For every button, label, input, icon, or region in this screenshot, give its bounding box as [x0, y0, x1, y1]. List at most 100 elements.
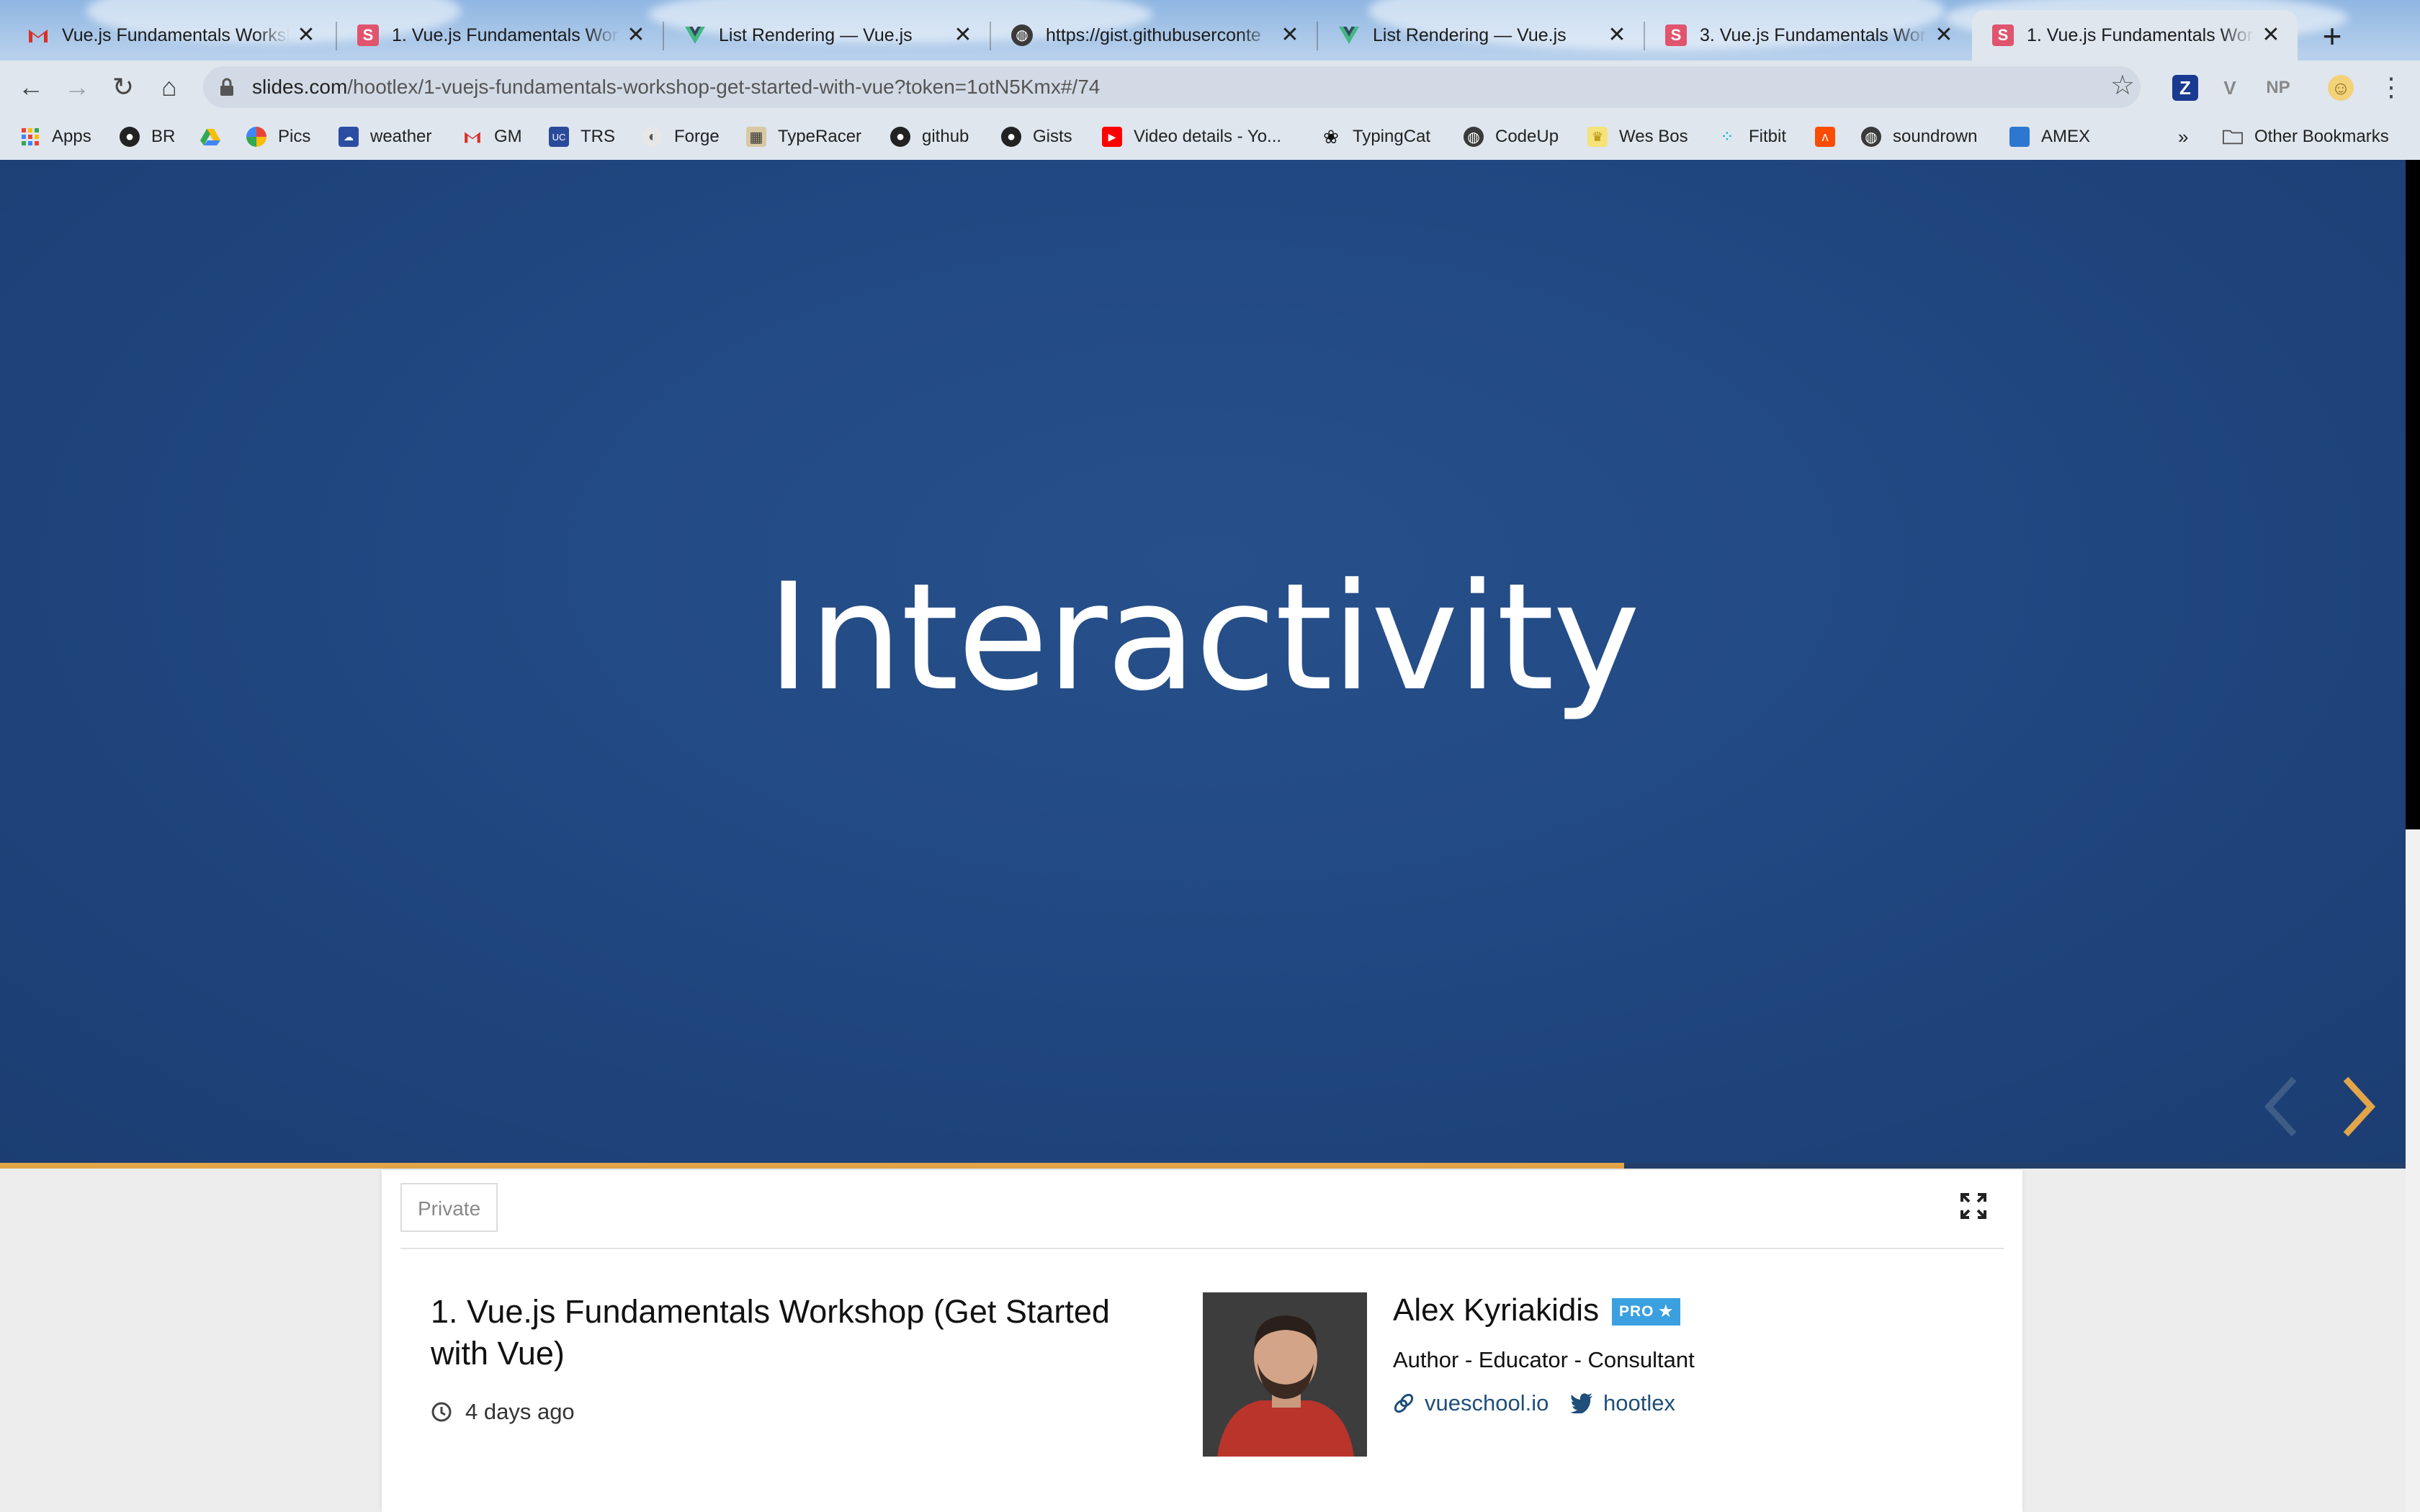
- bookmark-label: GM: [494, 127, 522, 146]
- bookmark-typingcat[interactable]: ❀ TypingCat: [1321, 124, 1430, 150]
- bookmark-forge[interactable]: ◐ Forge: [642, 124, 720, 150]
- crown-icon: ♛: [1587, 127, 1608, 147]
- tab-title: 3. Vue.js Fundamentals Work: [1700, 24, 1927, 45]
- deck-info-panel: Private 1. Vue.js Fundamentals Workshop …: [382, 1170, 2022, 1512]
- slide-progress-bar[interactable]: [0, 1163, 2406, 1169]
- slide-title: Interactivity: [766, 552, 1641, 724]
- github-icon: ●: [890, 127, 910, 147]
- github-icon: ●: [120, 127, 140, 147]
- page-scrollbar[interactable]: [2406, 160, 2420, 1512]
- extension-zoom-icon[interactable]: Z: [2172, 75, 2198, 101]
- bookmark-label: Fitbit: [1749, 127, 1787, 146]
- reload-icon[interactable]: ↻: [107, 71, 140, 104]
- bookmark-github[interactable]: ● github: [890, 124, 969, 150]
- new-tab-button[interactable]: +: [2312, 16, 2352, 56]
- link-icon: [1394, 1393, 1414, 1413]
- close-icon[interactable]: ✕: [952, 24, 974, 46]
- fullscreen-icon[interactable]: [1959, 1192, 1988, 1220]
- bookmark-label: Forge: [674, 127, 720, 146]
- bookmark-pics[interactable]: Pics: [246, 124, 310, 150]
- deck-age: 4 days ago: [431, 1399, 575, 1425]
- scrollbar-track-dark: [2406, 160, 2420, 829]
- bookmark-label: Wes Bos: [1619, 127, 1688, 146]
- bookmark-label: TypingCat: [1353, 127, 1431, 146]
- globe-icon: ◍: [1011, 24, 1033, 46]
- bookmark-apps[interactable]: Apps: [20, 124, 91, 150]
- bookmark-label: soundrown: [1893, 127, 1978, 146]
- amex-icon: [2009, 127, 2030, 147]
- tab-title: 1. Vue.js Fundamentals Work: [392, 24, 619, 45]
- bookmark-fitbit[interactable]: ⁘ Fitbit: [1717, 124, 1786, 150]
- bookmark-gists[interactable]: ● Gists: [1001, 124, 1072, 150]
- weather-icon: ☁: [339, 127, 359, 147]
- bookmark-label: AMEX: [2041, 127, 2091, 146]
- bookmark-star-icon[interactable]: ☆: [2110, 69, 2135, 102]
- back-arrow-icon[interactable]: ←: [14, 71, 48, 104]
- bookmark-weather[interactable]: ☁ weather: [339, 124, 431, 150]
- deck-title: 1. Vue.js Fundamentals Workshop (Get Sta…: [431, 1293, 1110, 1372]
- home-icon[interactable]: ⌂: [153, 71, 186, 104]
- gmail-icon: [27, 24, 49, 46]
- bookmark-strava[interactable]: ʌ: [1815, 124, 1847, 150]
- bookmark-label: TRS: [581, 127, 615, 146]
- author-name[interactable]: Alex Kyriakidis: [1393, 1292, 1599, 1328]
- lock-icon: [219, 78, 235, 96]
- slide-viewport[interactable]: Interactivity: [0, 160, 2406, 1168]
- tab-active[interactable]: S 1. Vue.js Fundamentals Work ✕: [1972, 10, 2298, 60]
- tab[interactable]: List Rendering — Vue.js ✕: [664, 10, 990, 60]
- bookmark-label: Other Bookmarks: [2254, 127, 2389, 146]
- browser-menu-icon[interactable]: ⋮: [2378, 72, 2404, 102]
- bookmark-label: CodeUp: [1495, 127, 1559, 146]
- close-icon[interactable]: ✕: [2260, 24, 2282, 46]
- close-icon[interactable]: ✕: [295, 24, 317, 46]
- author-website-link[interactable]: vueschool.io: [1393, 1390, 1549, 1416]
- tab[interactable]: List Rendering — Vue.js ✕: [1318, 10, 1644, 60]
- tab-strip: Vue.js Fundamentals Worksh ✕ S 1. Vue.js…: [0, 0, 2420, 60]
- chevron-left-icon[interactable]: [2259, 1074, 2302, 1139]
- forward-arrow-icon[interactable]: →: [60, 71, 94, 104]
- address-bar[interactable]: slides.com/hootlex/1-vuejs-fundamentals-…: [203, 66, 2141, 108]
- gmail-icon: [462, 127, 483, 147]
- tab[interactable]: ◍ https://gist.githubuserconte ✕: [991, 10, 1317, 60]
- bookmark-other[interactable]: Other Bookmarks: [2223, 124, 2389, 150]
- bookmark-youtube[interactable]: ▶ Video details - Yo...: [1102, 124, 1281, 150]
- bookmark-trs[interactable]: UC TRS: [549, 124, 615, 150]
- bookmark-gm[interactable]: GM: [462, 124, 522, 150]
- twitter-icon: [1570, 1393, 1592, 1413]
- bookmark-label: BR: [151, 127, 176, 146]
- visibility-badge[interactable]: Private: [400, 1183, 498, 1232]
- bookmark-typeracer[interactable]: ▦ TypeRacer: [746, 124, 861, 150]
- extension-vue-icon[interactable]: V: [2217, 75, 2243, 101]
- bookmarks-bar: Apps ● BR Pics ☁ weather GM UC TRS ◐ Forge: [0, 114, 2420, 160]
- tab[interactable]: S 1. Vue.js Fundamentals Work ✕: [337, 10, 663, 60]
- bookmark-label: github: [922, 127, 969, 146]
- slides-icon: S: [1992, 24, 2014, 46]
- typeracer-icon: ▦: [746, 127, 766, 147]
- bookmark-br[interactable]: ● BR: [120, 124, 175, 150]
- tab[interactable]: S 3. Vue.js Fundamentals Work ✕: [1645, 10, 1971, 60]
- close-icon[interactable]: ✕: [1933, 24, 1955, 46]
- extension-np-icon[interactable]: NP: [2262, 75, 2295, 101]
- divider: [400, 1248, 2004, 1249]
- close-icon[interactable]: ✕: [1606, 24, 1628, 46]
- close-icon[interactable]: ✕: [1279, 24, 1301, 46]
- author-twitter-link[interactable]: hootlex: [1570, 1390, 1675, 1416]
- drive-icon: [200, 127, 220, 147]
- url-path: /hootlex/1-vuejs-fundamentals-workshop-g…: [347, 76, 1101, 98]
- github-icon: ●: [1001, 127, 1021, 147]
- bookmark-amex[interactable]: AMEX: [2009, 124, 2090, 150]
- pro-badge: PRO ★: [1612, 1298, 1681, 1326]
- close-icon[interactable]: ✕: [625, 24, 647, 46]
- trs-icon: UC: [549, 127, 569, 147]
- bookmark-drive[interactable]: [200, 124, 232, 150]
- bookmark-codeup[interactable]: ◍ CodeUp: [1464, 124, 1559, 150]
- bookmark-wesbos[interactable]: ♛ Wes Bos: [1587, 124, 1688, 150]
- bookmark-soundrown[interactable]: ◍ soundrown: [1861, 124, 1977, 150]
- bookmarks-overflow-icon[interactable]: »: [2178, 124, 2188, 150]
- youtube-icon: ▶: [1102, 127, 1122, 147]
- avatar[interactable]: [1203, 1292, 1367, 1457]
- tab[interactable]: Vue.js Fundamentals Worksh ✕: [7, 10, 333, 60]
- tab-title: List Rendering — Vue.js: [1373, 24, 1567, 45]
- chevron-right-icon[interactable]: [2338, 1074, 2381, 1139]
- profile-avatar-icon[interactable]: ☺: [2328, 75, 2354, 101]
